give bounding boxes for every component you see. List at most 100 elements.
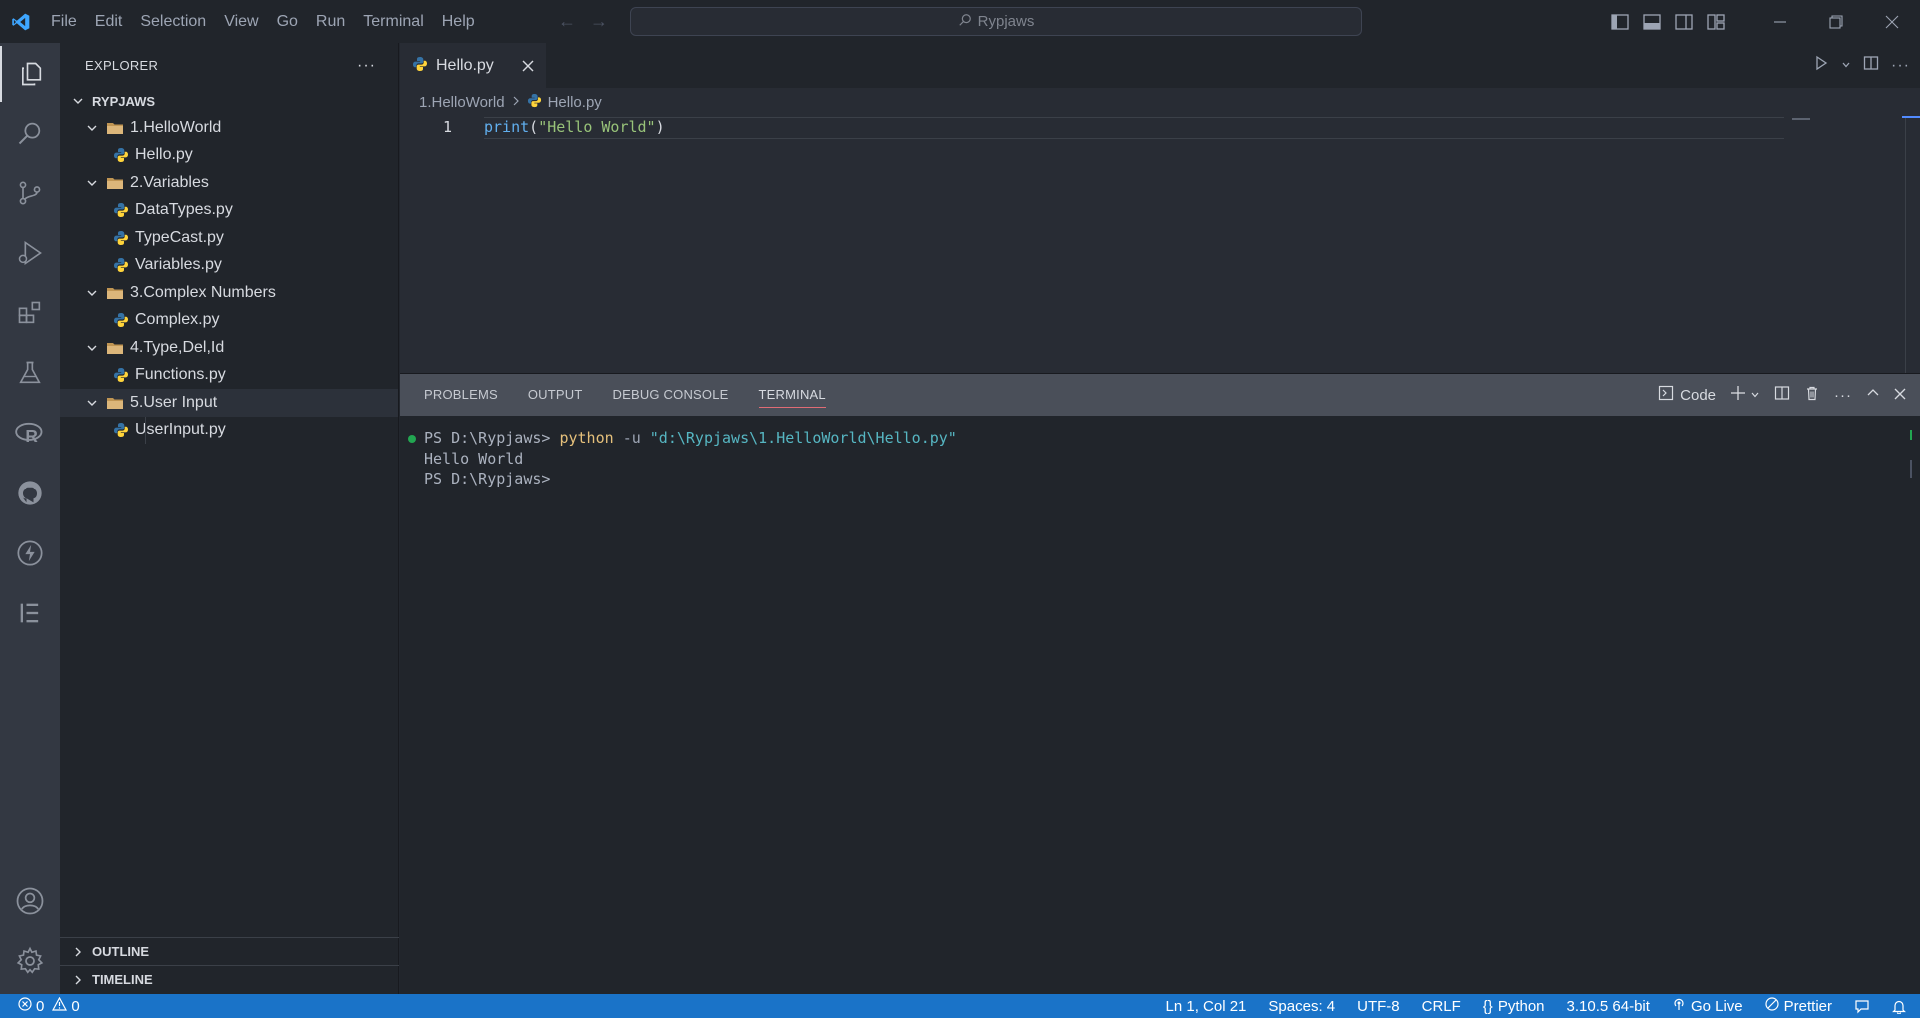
folder-item[interactable]: 3.Complex Numbers [60,279,398,307]
toggle-primary-sidebar-icon[interactable] [1604,0,1636,43]
indentation[interactable]: Spaces: 4 [1268,998,1335,1015]
file-label: DataTypes.py [135,201,233,219]
menu-go[interactable]: Go [268,0,307,43]
breadcrumb-chevron-icon [511,94,521,111]
feedback-icon[interactable] [1854,998,1870,1014]
end-of-line[interactable]: CRLF [1422,998,1461,1015]
menu-view[interactable]: View [215,0,267,43]
menu-file[interactable]: File [42,0,86,43]
problems-status[interactable]: 0 0 [0,996,80,1015]
split-terminal-icon[interactable] [1774,385,1790,405]
file-label: Variables.py [135,256,222,274]
tab-output[interactable]: OUTPUT [528,374,583,416]
chevron-down-icon [68,95,88,107]
r-language-icon[interactable]: R [0,405,60,461]
editor-group: Hello.py ··· 1.HelloWorld Hello.py 1 pri… [400,43,1920,373]
file-item[interactable]: Complex.py [60,307,398,335]
toggle-secondary-sidebar-icon[interactable] [1668,0,1700,43]
outline-section[interactable]: OUTLINE [60,937,399,965]
run-dropdown-chevron-icon[interactable] [1841,57,1851,75]
notifications-bell-icon[interactable] [1892,999,1906,1014]
panel-more-actions-icon[interactable]: ··· [1834,387,1852,404]
run-debug-icon[interactable] [0,225,60,281]
search-icon[interactable] [0,105,60,161]
outline-label: OUTLINE [92,944,150,959]
folder-item[interactable]: 1.HelloWorld [60,114,398,142]
editor-more-actions-icon[interactable]: ··· [1891,57,1910,75]
file-item[interactable]: TypeCast.py [60,224,398,252]
file-item[interactable]: Variables.py [60,252,398,280]
terminal-profile-label: Code [1680,386,1716,404]
folder-item[interactable]: 2.Variables [60,169,398,197]
menu-run[interactable]: Run [307,0,354,43]
file-item[interactable]: UserInput.py [60,416,398,444]
split-editor-icon[interactable] [1863,55,1879,76]
source-control-icon[interactable] [0,165,60,221]
terminal-dropdown-chevron-icon[interactable] [1750,387,1760,404]
close-panel-icon[interactable] [1894,387,1906,404]
python-interpreter[interactable]: 3.10.5 64-bit [1567,998,1650,1015]
editor-scrollbar[interactable] [1905,116,1906,373]
command-center-search[interactable]: Rypjaws [630,7,1362,36]
breadcrumb-folder[interactable]: 1.HelloWorld [419,94,505,111]
folder-label: 2.Variables [130,173,209,191]
terminal-profile[interactable]: Code [1658,385,1716,405]
customize-layout-icon[interactable] [1700,0,1732,43]
cursor-position[interactable]: Ln 1, Col 21 [1166,998,1247,1015]
chevron-down-icon [82,122,102,134]
language-mode[interactable]: {} Python [1483,998,1545,1015]
maximize-panel-chevron-up-icon[interactable] [1866,386,1880,404]
lightning-icon[interactable] [0,525,60,581]
run-python-file-icon[interactable] [1813,55,1829,76]
back-arrow-icon[interactable]: ← [558,11,576,32]
python-file-icon [113,230,129,246]
breadcrumb: 1.HelloWorld Hello.py [400,88,1920,116]
close-tab-icon[interactable] [522,56,534,77]
tab-problems[interactable]: PROBLEMS [424,374,498,416]
terminal-output[interactable]: PS D:\Rypjaws> python -u "d:\Rypjaws\1.H… [400,416,1920,490]
explorer-icon[interactable] [0,46,60,102]
folder-item[interactable]: 5.User Input [60,389,398,417]
prettier-button[interactable]: Prettier [1765,997,1832,1015]
file-item[interactable]: Hello.py [60,142,398,170]
extensions-icon[interactable] [0,285,60,341]
error-icon [18,997,32,1015]
folder-item[interactable]: 4.Type,Del,Id [60,334,398,362]
breadcrumb-file[interactable]: Hello.py [548,94,602,111]
tab-debug-console[interactable]: DEBUG CONSOLE [613,374,729,416]
panel-actions: Code ··· [1658,374,1906,416]
file-item[interactable]: Functions.py [60,362,398,390]
explorer-header: EXPLORER ··· [60,43,398,88]
elementor-list-icon[interactable] [0,585,60,641]
toggle-panel-icon[interactable] [1636,0,1668,43]
code-editor[interactable]: 1 print("Hello World") [400,116,1920,373]
close-window-icon[interactable] [1864,0,1920,43]
file-item[interactable]: DataTypes.py [60,197,398,225]
accounts-icon[interactable] [0,873,60,929]
kill-terminal-trash-icon[interactable] [1804,385,1820,405]
menu-terminal[interactable]: Terminal [354,0,432,43]
settings-gear-icon[interactable] [0,933,60,989]
menu-edit[interactable]: Edit [86,0,132,43]
python-file-icon [527,93,542,112]
more-actions-icon[interactable]: ··· [357,57,376,75]
timeline-section[interactable]: TIMELINE [60,965,399,993]
go-live-button[interactable]: Go Live [1672,997,1743,1015]
file-tree: 1.HelloWorld Hello.py 2.Variables DataTypes… [60,114,398,444]
forward-arrow-icon[interactable]: → [590,11,608,32]
minimize-icon[interactable] [1752,0,1808,43]
github-icon[interactable] [0,465,60,521]
code-token-function: print [484,118,530,136]
terminal-scrollbar[interactable] [1910,460,1912,478]
restore-icon[interactable] [1808,0,1864,43]
menu-selection[interactable]: Selection [131,0,215,43]
editor-tab-hello-py[interactable]: Hello.py [400,43,546,88]
minimap[interactable] [1792,118,1810,120]
explorer-title: EXPLORER [85,58,159,73]
workspace-root[interactable]: RYPJAWS [60,88,398,114]
tab-terminal[interactable]: TERMINAL [758,374,827,416]
encoding[interactable]: UTF-8 [1357,998,1400,1015]
new-terminal-plus-icon[interactable] [1730,385,1746,405]
menu-help[interactable]: Help [433,0,484,43]
testing-flask-icon[interactable] [0,345,60,401]
